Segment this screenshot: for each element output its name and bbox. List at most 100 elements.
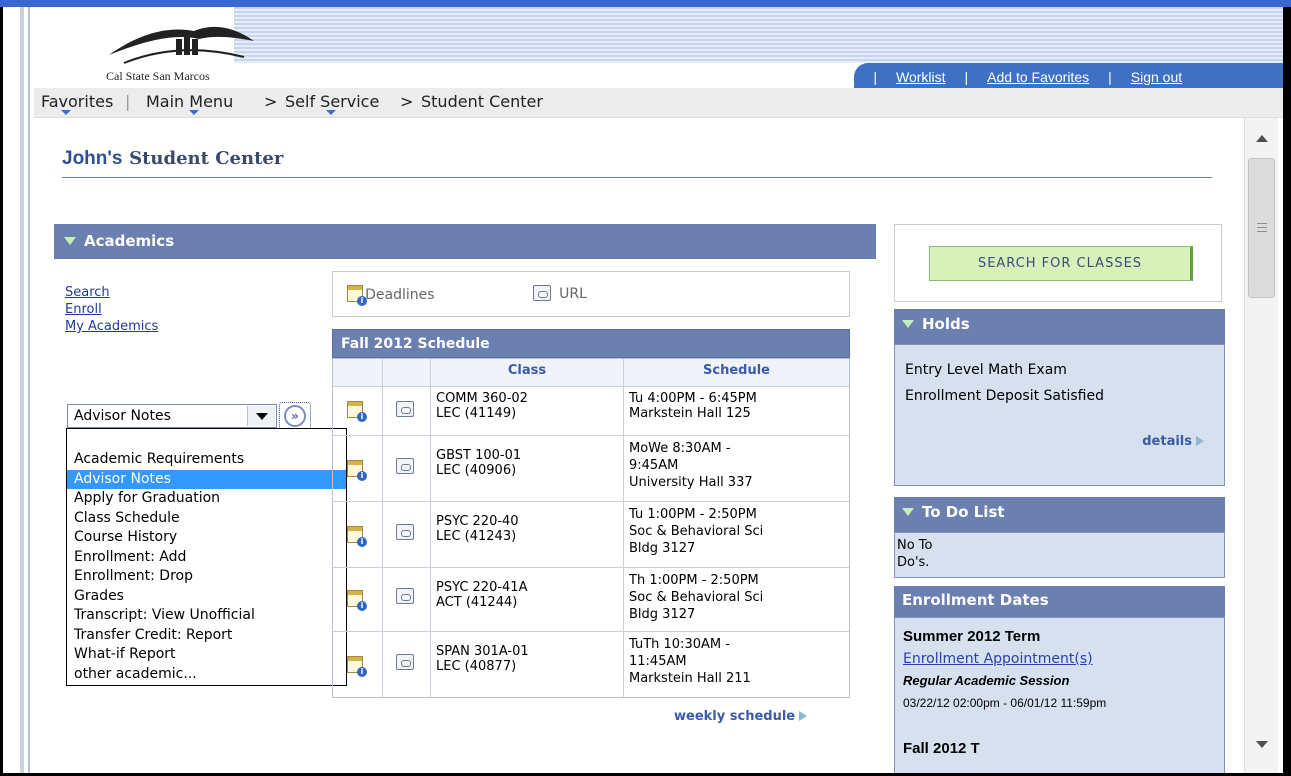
class-code: PSYC 220-41A xyxy=(436,580,528,595)
dropdown-option[interactable]: Academic Requirements xyxy=(67,450,346,470)
table-row: i COMM 360-02 LEC (41149) Tu 4:00PM - 6:4… xyxy=(333,386,849,435)
play-arrow-icon xyxy=(1196,436,1204,446)
dropdown-option[interactable]: Transfer Credit: Report xyxy=(67,626,346,646)
dropdown-option[interactable]: other academic... xyxy=(67,665,346,685)
url-icon[interactable] xyxy=(396,654,414,670)
table-row: i SPAN 301A-01 LEC (40877) TuTh 10:30AM -… xyxy=(333,631,849,697)
schedule-header-row: Class Schedule xyxy=(333,359,849,386)
academics-links: Search Enroll My Academics xyxy=(65,284,158,335)
breadcrumb-main-menu[interactable]: Main Menu xyxy=(146,92,233,111)
dropdown-arrow-icon[interactable] xyxy=(247,406,275,426)
dropdown-option[interactable]: Enrollment: Drop xyxy=(67,567,346,587)
schedule-time: Th 1:00PM - 2:50PM xyxy=(629,573,759,588)
dropdown-option[interactable]: Class Schedule xyxy=(67,509,346,529)
academics-select[interactable]: Advisor Notes xyxy=(67,404,277,428)
chevron-down-icon[interactable] xyxy=(326,110,336,115)
breadcrumb: Favorites | Main Menu > Self Service > S… xyxy=(34,88,1283,118)
page-header: Cal State San Marcos Home | Worklist | A… xyxy=(34,7,1283,89)
enrollment-term: Summer 2012 Term xyxy=(903,628,1041,645)
column-header-schedule: Schedule xyxy=(703,363,770,378)
search-for-classes-button[interactable]: Search For Classes xyxy=(929,246,1193,281)
header-stripes xyxy=(234,7,1283,63)
schedule-location-cont: Bldg 3127 xyxy=(629,607,696,622)
dropdown-option[interactable]: Transcript: View Unofficial xyxy=(67,606,346,626)
student-name: John's xyxy=(62,148,123,169)
collapse-triangle-icon[interactable] xyxy=(902,508,914,516)
double-chevron-icon: » xyxy=(284,405,306,427)
url-label: URL xyxy=(559,286,587,302)
dropdown-option[interactable]: What-if Report xyxy=(67,645,346,665)
page-title: John's Student Center xyxy=(62,147,283,170)
class-section: ACT (41244) xyxy=(436,595,518,610)
enroll-link[interactable]: Enroll xyxy=(65,301,158,318)
holds-header[interactable]: Holds xyxy=(894,309,1225,344)
deadlines-box: i Deadlines URL xyxy=(332,271,850,317)
dropdown-option[interactable]: Apply for Graduation xyxy=(67,489,346,509)
vertical-scrollbar[interactable] xyxy=(1244,118,1278,773)
academics-dropdown-list[interactable]: Academic Requirements Advisor Notes Appl… xyxy=(66,428,347,686)
calendar-info-icon[interactable]: i xyxy=(347,526,367,547)
go-button[interactable]: » xyxy=(279,402,311,430)
dropdown-option-selected[interactable]: Advisor Notes xyxy=(67,469,346,489)
enrollment-dates-panel: Summer 2012 Term Enrollment Appointment(… xyxy=(894,617,1225,776)
scroll-down-arrow-icon[interactable] xyxy=(1256,741,1268,748)
scrollbar-thumb[interactable] xyxy=(1248,158,1275,298)
play-arrow-icon xyxy=(799,711,808,721)
enrollment-session: Regular Academic Session xyxy=(903,673,1070,688)
left-frame-border xyxy=(0,7,30,776)
enrollment-date-range: 03/22/12 02:00pm - 06/01/12 11:59pm xyxy=(903,696,1107,710)
breadcrumb-favorites[interactable]: Favorites xyxy=(41,92,113,111)
weekly-schedule-link[interactable]: weekly schedule xyxy=(674,709,808,724)
url-icon[interactable] xyxy=(396,588,414,604)
deadlines-button[interactable]: i Deadlines xyxy=(347,285,435,306)
enrollment-appointment-link[interactable]: Enrollment Appointment(s) xyxy=(903,651,1216,667)
url-icon[interactable] xyxy=(396,458,414,474)
table-row: i GBST 100-01 LEC (40906) MoWe 8:30AM - 9:… xyxy=(333,435,849,501)
dropdown-option[interactable]: Course History xyxy=(67,528,346,548)
academics-header[interactable]: Academics xyxy=(54,224,876,259)
scroll-up-arrow-icon[interactable] xyxy=(1256,135,1268,142)
chevron-down-icon[interactable] xyxy=(61,110,71,115)
class-code: GBST 100-01 xyxy=(436,448,522,463)
column-header-class: Class xyxy=(431,359,624,386)
holds-details-link[interactable]: details xyxy=(1142,429,1204,455)
schedule-title: Fall 2012 Schedule xyxy=(332,329,850,358)
nav-separator: | xyxy=(1108,69,1112,85)
calendar-info-icon[interactable]: i xyxy=(347,590,367,611)
schedule-location: Markstein Hall 125 xyxy=(629,406,751,421)
calendar-info-icon[interactable]: i xyxy=(347,460,367,481)
table-row: i PSYC 220-40 LEC (41243) Tu 1:00PM - 2:5… xyxy=(333,501,849,567)
sign-out-link[interactable]: Sign out xyxy=(1131,69,1182,85)
todo-header[interactable]: To Do List xyxy=(894,497,1225,532)
holds-heading-text: Holds xyxy=(922,315,970,333)
url-button[interactable]: URL xyxy=(533,285,587,305)
dropdown-option[interactable]: Enrollment: Add xyxy=(67,548,346,568)
dropdown-option[interactable]: Grades xyxy=(67,587,346,607)
breadcrumb-self-service[interactable]: Self Service xyxy=(285,92,379,111)
search-link[interactable]: Search xyxy=(65,284,158,301)
url-icon[interactable] xyxy=(396,401,414,417)
home-link[interactable]: Home xyxy=(817,69,854,85)
worklist-link[interactable]: Worklist xyxy=(896,69,946,85)
breadcrumb-separator: > xyxy=(264,92,278,111)
collapse-triangle-icon[interactable] xyxy=(64,237,76,245)
calendar-info-icon[interactable]: i xyxy=(347,401,367,422)
table-row: i PSYC 220-41A ACT (41244) Th 1:00PM - 2:… xyxy=(333,567,849,631)
class-code: SPAN 301A-01 xyxy=(436,644,529,659)
url-icon xyxy=(533,285,551,301)
schedule-time-cont: 9:45AM xyxy=(629,458,679,473)
enrollment-dates-heading-text: Enrollment Dates xyxy=(902,591,1049,609)
add-to-favorites-link[interactable]: Add to Favorites xyxy=(987,69,1089,85)
class-code: COMM 360-02 xyxy=(436,391,528,406)
chevron-down-icon[interactable] xyxy=(189,110,199,115)
schedule-time: TuTh 10:30AM - xyxy=(629,637,730,652)
enrollment-dates-header[interactable]: Enrollment Dates xyxy=(894,586,1225,617)
my-academics-link[interactable]: My Academics xyxy=(65,318,158,335)
url-icon[interactable] xyxy=(396,524,414,540)
collapse-triangle-icon[interactable] xyxy=(902,320,914,328)
academics-select-value: Advisor Notes xyxy=(74,408,171,424)
calendar-info-icon[interactable]: i xyxy=(347,656,367,677)
academics-heading-text: Academics xyxy=(84,232,175,250)
class-section: LEC (40877) xyxy=(436,659,517,674)
breadcrumb-student-center: Student Center xyxy=(421,92,543,111)
